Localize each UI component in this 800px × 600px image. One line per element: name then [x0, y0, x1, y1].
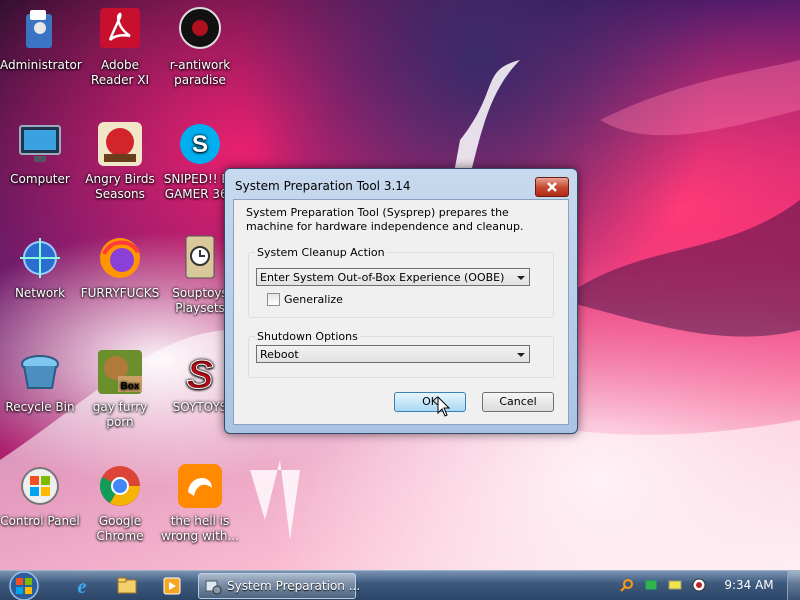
uc-browser-icon — [176, 462, 224, 510]
desktop-icon-network[interactable]: Network — [0, 234, 80, 301]
desktop-icon-administrator[interactable]: Administrator — [0, 6, 82, 73]
chevron-down-icon — [517, 353, 525, 357]
taskbar-task-label: System Preparation ... — [227, 579, 361, 593]
desktop-icon-control-panel[interactable]: Control Panel — [0, 462, 80, 529]
internet-explorer-icon: e — [78, 576, 87, 598]
close-button[interactable] — [535, 177, 569, 197]
desktop-icon-computer[interactable]: Computer — [0, 120, 80, 187]
windows-logo-icon — [9, 571, 39, 600]
start-button[interactable] — [6, 571, 42, 600]
clock[interactable]: 9:34 AM — [716, 578, 782, 592]
desktop-icon-label: Computer — [10, 172, 70, 186]
show-desktop-button[interactable] — [787, 571, 800, 600]
cleanup-group-label: System Cleanup Action — [255, 246, 387, 259]
adobe-reader-icon — [96, 6, 144, 54]
recycle-bin-icon — [16, 348, 64, 396]
desktop-icon-label: Google Chrome — [96, 514, 144, 543]
svg-text:S: S — [192, 131, 208, 158]
desktop-icon-gay-furry[interactable]: Box gay furry porn — [80, 348, 160, 430]
desktop-icon-uc-browser[interactable]: the hell is wrong with... — [160, 462, 240, 544]
close-icon — [547, 182, 557, 192]
desktop-icon-angry-birds[interactable]: Angry Birds Seasons — [80, 120, 160, 202]
box-bear-icon: Box — [96, 348, 144, 396]
svg-text:S: S — [187, 353, 214, 396]
shutdown-options-select[interactable]: Reboot — [256, 345, 530, 363]
cancel-button[interactable]: Cancel — [482, 392, 554, 412]
taskbar-task-sysprep[interactable]: System Preparation ... — [198, 573, 360, 599]
dialog-description: System Preparation Tool (Sysprep) prepar… — [246, 206, 524, 233]
desktop-icon-label: gay furry porn — [92, 400, 148, 429]
desktop-icon-recycle-bin[interactable]: Recycle Bin — [0, 348, 80, 415]
folder-icon — [117, 577, 137, 594]
desktop-icon-firefox[interactable]: FURRYFUCKS — [80, 234, 160, 301]
desktop-icon-chrome[interactable]: Google Chrome — [80, 462, 160, 544]
desktop-icon-label: the hell is wrong with... — [161, 514, 239, 543]
circle-logo-icon — [176, 6, 224, 54]
desktop-icon-label: Administrator — [0, 58, 82, 72]
shutdown-group: Shutdown Options Reboot — [248, 330, 554, 378]
soytoys-icon: S — [176, 348, 224, 398]
network-status-icon[interactable] — [644, 578, 658, 592]
user-folder-icon — [16, 6, 64, 54]
search-icon[interactable] — [620, 578, 634, 592]
generalize-checkbox[interactable] — [267, 293, 280, 306]
chevron-down-icon — [517, 276, 525, 280]
dialog-title: System Preparation Tool 3.14 — [235, 179, 411, 193]
volume-icon[interactable] — [692, 578, 706, 592]
dialog-body: System Preparation Tool (Sysprep) prepar… — [233, 199, 569, 425]
taskbar-media-player-button[interactable] — [152, 575, 192, 597]
souptoys-icon — [176, 234, 224, 282]
skype-icon: S — [176, 120, 224, 168]
firefox-icon — [96, 234, 144, 282]
sysprep-dialog: System Preparation Tool 3.14 System Prep… — [224, 168, 578, 434]
notification-icon[interactable] — [668, 578, 682, 592]
svg-text:e: e — [78, 576, 87, 597]
chrome-icon — [96, 462, 144, 510]
ok-button[interactable]: OK — [394, 392, 466, 412]
taskbar-explorer-button[interactable] — [106, 575, 146, 597]
desktop-icon-label: Recycle Bin — [5, 400, 75, 414]
desktop-icon-label: Adobe Reader XI — [90, 58, 150, 87]
desktop-icon-label: Angry Birds Seasons — [85, 172, 155, 201]
taskbar-ie-button[interactable]: e — [62, 575, 102, 598]
cleanup-action-select[interactable]: Enter System Out-of-Box Experience (OOBE… — [256, 268, 530, 286]
angry-birds-icon — [96, 120, 144, 168]
taskbar: e System Preparation ... 9:34 AM — [0, 570, 800, 600]
svg-text:Box: Box — [121, 381, 140, 392]
desktop-icon-label: Network — [14, 286, 66, 300]
shutdown-options-value: Reboot — [260, 348, 299, 361]
computer-icon — [16, 120, 64, 168]
cleanup-group: System Cleanup Action Enter System Out-o… — [248, 246, 554, 318]
sysprep-app-icon — [205, 580, 222, 595]
mouse-cursor-icon — [437, 396, 451, 417]
cleanup-action-value: Enter System Out-of-Box Experience (OOBE… — [260, 271, 505, 284]
shutdown-group-label: Shutdown Options — [255, 330, 360, 343]
control-panel-icon — [16, 462, 64, 510]
desktop-icon-r-antiwork[interactable]: r-antiwork paradise — [160, 6, 240, 88]
desktop-icon-adobe-reader[interactable]: Adobe Reader XI — [80, 6, 160, 88]
desktop-icon-label: FURRYFUCKS — [80, 286, 160, 300]
network-icon — [16, 234, 64, 282]
desktop: Administrator Adobe Reader XI r-antiwork… — [0, 0, 800, 600]
desktop-icon-label: Control Panel — [0, 514, 80, 528]
generalize-label: Generalize — [284, 293, 343, 306]
desktop-icon-label: r-antiwork paradise — [169, 58, 231, 87]
media-player-icon — [163, 577, 181, 595]
